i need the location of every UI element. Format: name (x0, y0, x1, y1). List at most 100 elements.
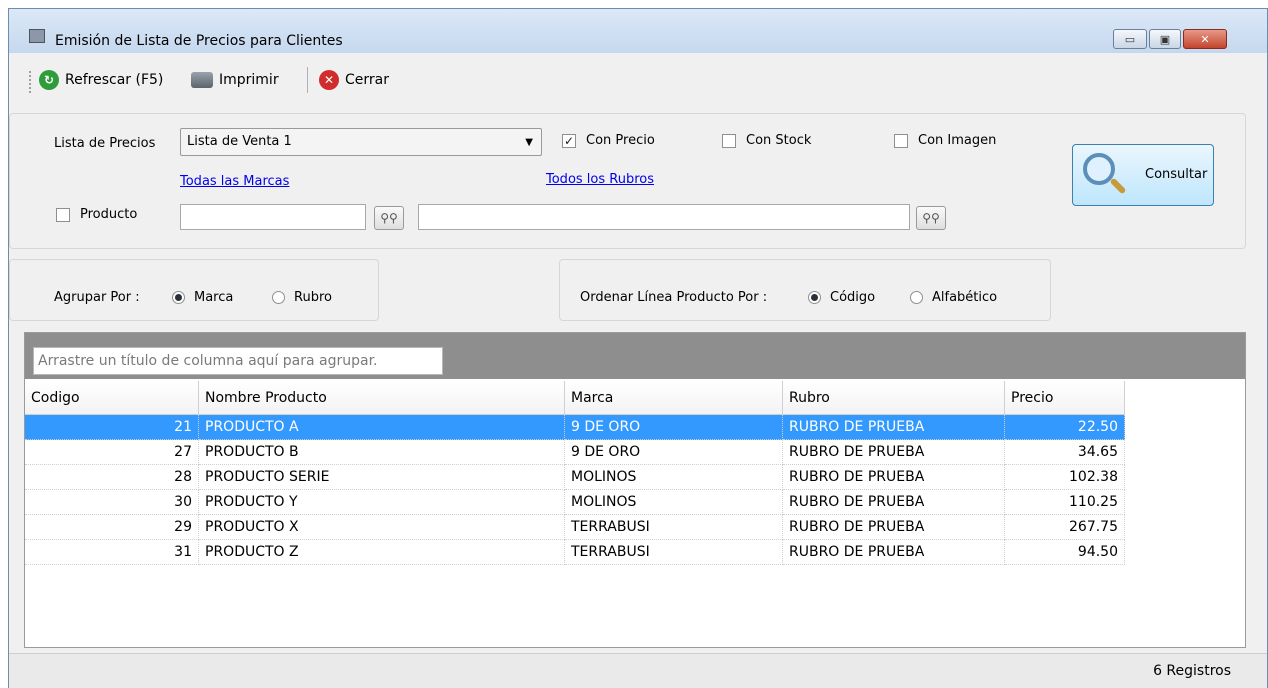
print-label: Imprimir (219, 72, 279, 88)
close-label: Cerrar (345, 72, 389, 88)
table-row[interactable]: 31 PRODUCTO Z TERRABUSI RUBRO DE PRUEBA 94.5… (25, 540, 1125, 565)
toolbar: ↻ Refrescar (F5) Imprimir ✕ Cerrar (9, 53, 1267, 93)
order-by-codigo-label: Código (830, 290, 876, 305)
refresh-button[interactable]: ↻ Refrescar (F5) (39, 67, 163, 93)
close-button[interactable]: ✕ Cerrar (319, 67, 389, 93)
cell-nombre: PRODUCTO B (199, 440, 565, 465)
group-by-marca-radio[interactable] (172, 291, 185, 304)
all-categories-link[interactable]: Todos los Rubros (546, 172, 654, 187)
con-precio-label: Con Precio (586, 133, 655, 148)
product-checkbox[interactable] (56, 208, 70, 222)
close-window-button[interactable]: ✕ (1183, 29, 1227, 49)
status-bar: 6 Registros (9, 653, 1267, 688)
column-header-rubro[interactable]: Rubro (783, 381, 1005, 415)
title-bar[interactable]: Emisión de Lista de Precios para Cliente… (9, 9, 1267, 53)
all-brands-link[interactable]: Todas las Marcas (180, 174, 289, 189)
group-hint: Arrastre un título de columna aquí para … (33, 347, 443, 375)
magnifier-handle (1109, 177, 1127, 195)
maximize-button[interactable]: ▣ (1149, 29, 1181, 49)
group-by-panel: Agrupar Por : Marca Rubro (9, 259, 379, 321)
order-by-label: Ordenar Línea Producto Por : (580, 290, 768, 305)
cell-precio: 34.65 (1005, 440, 1125, 465)
cell-nombre: PRODUCTO SERIE (199, 465, 565, 490)
table-row[interactable]: 21 PRODUCTO A9 DE ORO RUBRO DE PRUEBA 22.50 (25, 415, 1125, 440)
cell-rubro: RUBRO DE PRUEBA (783, 415, 1005, 440)
cell-rubro: RUBRO DE PRUEBA (783, 515, 1005, 540)
cell-marca: MOLINOS (565, 490, 783, 515)
group-by-label: Agrupar Por : (54, 290, 140, 305)
cell-marca: 9 DE ORO (565, 440, 783, 465)
group-by-rubro-radio[interactable] (272, 291, 285, 304)
binoculars-icon: ⚲⚲ (922, 211, 940, 225)
cell-marca: TERRABUSI (565, 515, 783, 540)
con-imagen-label: Con Imagen (918, 133, 997, 148)
column-header-precio[interactable]: Precio (1005, 381, 1125, 415)
cell-rubro: RUBRO DE PRUEBA (783, 490, 1005, 515)
refresh-label: Refrescar (F5) (65, 72, 164, 88)
table-row[interactable]: 30 PRODUCTO Y MOLINOS RUBRO DE PRUEBA 110.25 (25, 490, 1125, 515)
product-label: Producto (80, 207, 138, 222)
consult-label: Consultar (1145, 167, 1208, 182)
toolbar-grip (29, 71, 33, 93)
search-product-description-button[interactable]: ⚲⚲ (916, 206, 946, 230)
group-by-rubro-label: Rubro (294, 290, 332, 305)
cell-rubro: RUBRO DE PRUEBA (783, 440, 1005, 465)
column-header-codigo[interactable]: Codigo (25, 381, 199, 415)
order-by-codigo-radio[interactable] (808, 291, 821, 304)
refresh-icon: ↻ (39, 70, 59, 90)
cell-nombre: PRODUCTO Z (199, 540, 565, 565)
cell-precio: 22.50 (1005, 415, 1125, 440)
printer-icon (191, 72, 213, 88)
cell-precio: 267.75 (1005, 515, 1125, 540)
price-list-select[interactable]: Lista de Venta 1 ▼ (180, 128, 542, 156)
order-by-alfabetico-label: Alfabético (932, 290, 998, 305)
chevron-down-icon: ▼ (525, 137, 533, 148)
records-count: 6 Registros (1153, 663, 1231, 679)
cell-codigo: 27 (25, 440, 199, 465)
binoculars-icon: ⚲⚲ (380, 211, 398, 225)
cell-precio: 110.25 (1005, 490, 1125, 515)
cell-codigo: 21 (25, 415, 199, 440)
consult-button[interactable]: Consultar (1072, 144, 1214, 206)
con-precio-checkbox[interactable]: ✓ (562, 134, 576, 148)
grid-body: 21 PRODUCTO A9 DE ORO RUBRO DE PRUEBA 22.50… (25, 415, 1125, 595)
cell-precio: 94.50 (1005, 540, 1125, 565)
app-icon (29, 29, 45, 43)
column-header-marca[interactable]: Marca (565, 381, 783, 415)
order-by-alfabetico-radio[interactable] (910, 291, 923, 304)
close-icon: ✕ (319, 70, 339, 90)
cell-codigo: 29 (25, 515, 199, 540)
con-imagen-checkbox[interactable] (894, 134, 908, 148)
product-description-input[interactable] (418, 204, 910, 230)
column-header-nombre[interactable]: Nombre Producto (199, 381, 565, 415)
con-stock-label: Con Stock (746, 133, 812, 148)
cell-nombre: PRODUCTO X (199, 515, 565, 540)
cell-codigo: 31 (25, 540, 199, 565)
table-row[interactable]: 28 PRODUCTO SERIE MOLINOS RUBRO DE PRUEBA 10… (25, 465, 1125, 490)
cell-precio: 102.38 (1005, 465, 1125, 490)
toolbar-separator (307, 67, 308, 93)
window-title: Emisión de Lista de Precios para Cliente… (55, 33, 343, 49)
price-list-label: Lista de Precios (54, 136, 156, 151)
table-row[interactable]: 29 PRODUCTO X TERRABUSI RUBRO DE PRUEBA 267.… (25, 515, 1125, 540)
cell-marca: TERRABUSI (565, 540, 783, 565)
cell-nombre: PRODUCTO Y (199, 490, 565, 515)
cell-marca: MOLINOS (565, 465, 783, 490)
product-code-input[interactable] (180, 204, 366, 230)
print-button[interactable]: Imprimir (191, 67, 279, 93)
table-row[interactable]: 27 PRODUCTO B9 DE ORO RUBRO DE PRUEBA 34.65 (25, 440, 1125, 465)
price-list-value: Lista de Venta 1 (187, 134, 292, 149)
cell-rubro: RUBRO DE PRUEBA (783, 465, 1005, 490)
cell-marca: 9 DE ORO (565, 415, 783, 440)
search-product-code-button[interactable]: ⚲⚲ (374, 206, 404, 230)
order-by-panel: Ordenar Línea Producto Por : Código Alfa… (559, 259, 1051, 321)
filter-panel: Lista de Precios Lista de Venta 1 ▼ ✓ Co… (9, 113, 1246, 249)
cell-codigo: 30 (25, 490, 199, 515)
group-drop-area[interactable]: Arrastre un título de columna aquí para … (25, 333, 1245, 379)
con-stock-checkbox[interactable] (722, 134, 736, 148)
cell-nombre: PRODUCTO A (199, 415, 565, 440)
cell-codigo: 28 (25, 465, 199, 490)
minimize-button[interactable]: ▭ (1113, 29, 1147, 49)
group-by-marca-label: Marca (194, 290, 234, 305)
products-grid: Arrastre un título de columna aquí para … (24, 332, 1246, 648)
